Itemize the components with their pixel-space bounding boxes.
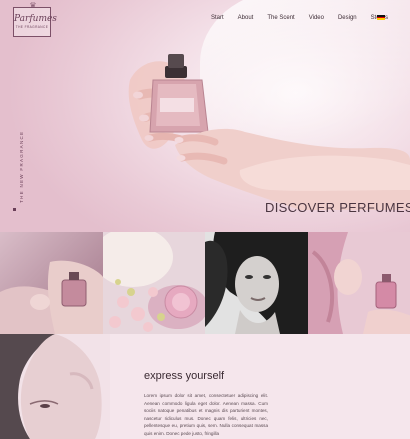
vertical-tagline-text: THE NEW FRAGRANCE <box>19 130 24 203</box>
nav-item-about[interactable]: About <box>238 14 254 22</box>
brand-logo[interactable]: ♛ Parfumes THE FRAGRANCE <box>13 2 57 37</box>
gallery-tile-woman-perfume[interactable] <box>307 232 410 334</box>
de-flag-icon[interactable] <box>377 15 385 20</box>
section-body: Lorem ipsum dolor sit amet, consectetuer… <box>144 393 268 436</box>
gallery-tile-bath-flowers[interactable] <box>102 232 205 334</box>
gallery-tile-woman-portrait[interactable] <box>205 232 308 334</box>
nav-item-video[interactable]: Video <box>309 14 324 22</box>
gallery-tile-hands-bottle[interactable] <box>0 232 103 334</box>
nav-item-design[interactable]: Design <box>338 14 357 22</box>
logo-tagline: THE FRAGRANCE <box>15 25 49 29</box>
vertical-tagline: THE NEW FRAGRANCE <box>8 131 24 215</box>
logo-brand: Parfumes <box>14 14 57 24</box>
section-headline: express yourself <box>144 370 225 382</box>
hero-perfume-image <box>128 54 410 210</box>
square-marker-icon <box>13 208 16 211</box>
hero-headline: DISCOVER PERFUMES <box>265 200 410 215</box>
gallery-strip <box>0 232 410 334</box>
woman-profile-image <box>0 334 110 439</box>
nav-item-the-scent[interactable]: The Scent <box>267 14 294 22</box>
nav-item-start[interactable]: Start <box>211 14 224 22</box>
content-section: express yourself Lorem ipsum dolor sit a… <box>0 334 410 439</box>
hero-section: ♛ Parfumes THE FRAGRANCE Start About The… <box>0 0 410 232</box>
crown-icon: ♛ <box>29 1 37 10</box>
main-nav: Start About The Scent Video Design Store… <box>211 14 402 22</box>
